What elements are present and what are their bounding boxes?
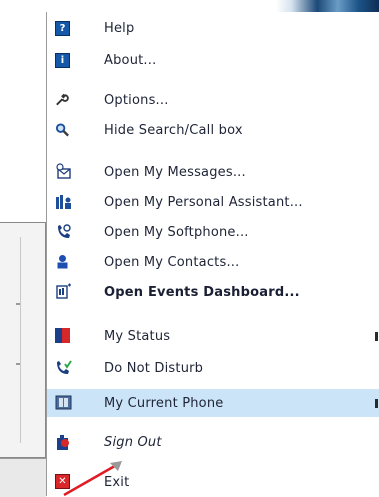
menu-item-about[interactable]: i About... <box>47 46 379 74</box>
events-icon <box>55 283 72 300</box>
submenu-arrow-icon <box>375 399 378 408</box>
menu-item-my-status[interactable]: My Status <box>47 322 379 350</box>
menu-item-open-messages[interactable]: Open My Messages... <box>47 158 379 186</box>
person-icon <box>55 254 70 269</box>
menu-item-label: About... <box>104 52 157 68</box>
menu-item-label: Open My Messages... <box>104 164 246 180</box>
annotation-arrow <box>63 461 122 496</box>
menu-item-open-softphone[interactable]: Open My Softphone... <box>47 218 379 246</box>
menu-item-do-not-disturb[interactable]: Do Not Disturb <box>47 354 379 382</box>
question-icon: ? <box>55 21 70 36</box>
menu-item-help[interactable]: ? Help <box>47 14 379 42</box>
info-icon: i <box>55 53 70 68</box>
menu-item-label: My Status <box>104 328 171 344</box>
background-window-panel <box>20 237 39 443</box>
menu-item-label: Open My Contacts... <box>104 254 240 270</box>
status-icon <box>55 328 70 343</box>
signout-icon <box>55 434 72 451</box>
menu-item-label: Options... <box>104 92 169 108</box>
dnd-phone-icon <box>55 359 72 376</box>
context-menu: ? Help i About... Options... Hide Search… <box>46 12 379 496</box>
menu-item-label: Do Not Disturb <box>104 360 204 376</box>
menu-item-label: Open Events Dashboard... <box>104 284 300 300</box>
current-phone-icon <box>55 395 72 410</box>
menu-item-label: Open My Softphone... <box>104 224 249 240</box>
menu-item-options[interactable]: Options... <box>47 86 379 114</box>
background-window <box>0 222 46 458</box>
menu-item-sign-out[interactable]: Sign Out <box>47 428 379 456</box>
background-tick <box>16 363 20 365</box>
magnifier-icon <box>55 122 70 137</box>
menu-item-open-contacts[interactable]: Open My Contacts... <box>47 248 379 276</box>
menu-item-open-events-dashboard[interactable]: Open Events Dashboard... <box>47 278 379 306</box>
menu-item-label: Hide Search/Call box <box>104 122 243 138</box>
menu-item-open-assistant[interactable]: Open My Personal Assistant... <box>47 188 379 216</box>
menu-item-my-current-phone[interactable]: My Current Phone <box>47 389 379 417</box>
background-taskbar-strip <box>0 458 46 497</box>
menu-item-label: Open My Personal Assistant... <box>104 194 303 210</box>
wrench-icon <box>54 92 69 107</box>
submenu-arrow-icon <box>375 332 378 341</box>
assistant-icon <box>55 193 72 210</box>
envelope-icon <box>55 163 72 180</box>
phone-icon <box>55 223 72 240</box>
menu-item-hide-search[interactable]: Hide Search/Call box <box>47 116 379 144</box>
menu-item-label: Sign Out <box>104 434 162 450</box>
background-image-corner <box>276 0 379 12</box>
menu-item-label: My Current Phone <box>104 395 224 411</box>
background-tick <box>16 303 20 305</box>
menu-item-label: Help <box>104 20 135 36</box>
